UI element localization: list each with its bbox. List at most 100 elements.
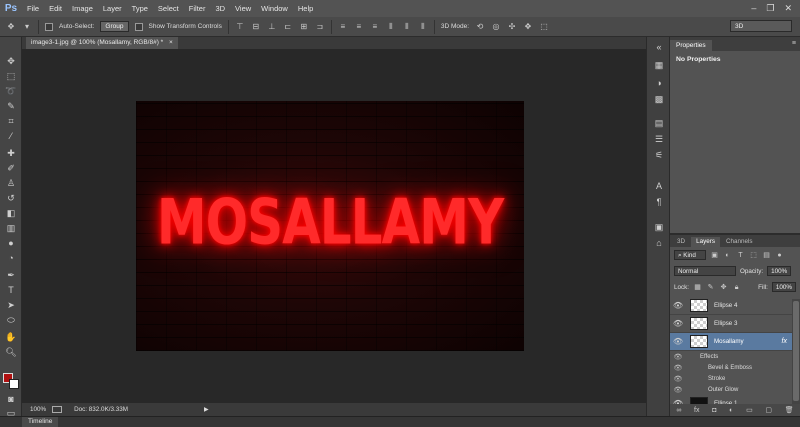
- auto-select-checkbox[interactable]: [45, 22, 53, 31]
- background-color-swatch[interactable]: [9, 379, 19, 389]
- menu-window[interactable]: Window: [256, 0, 293, 17]
- eyedropper-tool-icon[interactable]: ⁄: [4, 130, 18, 142]
- align-vcenter-icon[interactable]: ⊟: [251, 22, 261, 32]
- minimize-icon[interactable]: –: [751, 3, 756, 14]
- 3d-panel-icon[interactable]: ◑: [652, 77, 666, 89]
- canvas-area[interactable]: MOSALLAMY: [22, 49, 646, 403]
- align-bottom-icon[interactable]: ⊥: [267, 22, 277, 32]
- type-tool-icon[interactable]: T: [4, 284, 18, 296]
- 3d-scale-icon[interactable]: ⬚: [539, 22, 549, 32]
- properties-tab[interactable]: Properties: [670, 40, 712, 51]
- menu-image[interactable]: Image: [67, 0, 98, 17]
- tab-channels[interactable]: Channels: [721, 237, 758, 247]
- blend-mode-dropdown[interactable]: Normal: [674, 266, 736, 276]
- marquee-tool-icon[interactable]: ⬚: [4, 70, 18, 82]
- menu-edit[interactable]: Edit: [44, 0, 67, 17]
- layers-scrollbar[interactable]: [792, 299, 800, 405]
- adjustments-panel-icon[interactable]: ▤: [652, 117, 666, 129]
- menu-filter[interactable]: Filter: [184, 0, 211, 17]
- move-tool-icon[interactable]: ✥: [4, 55, 18, 67]
- distribute-right-icon[interactable]: ⦀: [418, 22, 428, 32]
- effect-row[interactable]: 👁︎ Stroke: [670, 373, 792, 384]
- quick-select-tool-icon[interactable]: ✎: [4, 100, 18, 112]
- healing-brush-tool-icon[interactable]: ✚: [4, 147, 18, 159]
- filter-toggle-icon[interactable]: ●: [775, 251, 784, 260]
- layer-row-selected[interactable]: 👁︎ Mosallamy fx: [670, 333, 792, 351]
- filter-type-icon[interactable]: T: [736, 251, 745, 260]
- visibility-eye-icon[interactable]: 👁︎: [670, 319, 686, 328]
- distribute-bottom-icon[interactable]: ≡: [370, 22, 380, 32]
- visibility-eye-icon[interactable]: 👁︎: [670, 386, 686, 394]
- add-style-icon[interactable]: fx: [694, 407, 699, 414]
- 3d-drag-icon[interactable]: ✣: [507, 22, 517, 32]
- visibility-eye-icon[interactable]: 👁︎: [670, 353, 686, 361]
- chevron-down-icon[interactable]: ▾: [22, 22, 32, 32]
- collapse-panels-icon[interactable]: «: [652, 41, 666, 53]
- visibility-eye-icon[interactable]: 👁︎: [670, 301, 686, 310]
- crop-tool-icon[interactable]: ⌗: [4, 115, 18, 127]
- fx-icon[interactable]: fx: [782, 338, 787, 345]
- align-top-icon[interactable]: ⊤: [235, 22, 245, 32]
- collapse-icon[interactable]: ≡: [792, 37, 800, 51]
- opacity-input[interactable]: 100%: [767, 266, 792, 276]
- menu-help[interactable]: Help: [293, 0, 318, 17]
- effects-group-row[interactable]: 👁︎ Effects: [670, 351, 792, 362]
- fill-input[interactable]: 100%: [771, 282, 796, 292]
- clone-stamp-tool-icon[interactable]: ♙: [4, 177, 18, 189]
- delete-layer-icon[interactable]: 🗑︎: [785, 406, 794, 414]
- path-select-tool-icon[interactable]: ➤: [4, 299, 18, 311]
- link-layers-icon[interactable]: ∞: [676, 407, 681, 414]
- new-layer-icon[interactable]: ▢: [765, 406, 772, 414]
- blur-tool-icon[interactable]: ●: [4, 237, 18, 249]
- effect-row[interactable]: 👁︎ Outer Glow: [670, 384, 792, 395]
- auto-select-dropdown[interactable]: Group: [100, 21, 129, 32]
- effect-row[interactable]: 👁︎ Bevel & Emboss: [670, 362, 792, 373]
- menu-select[interactable]: Select: [153, 0, 184, 17]
- kind-filter-dropdown[interactable]: ⌕ Kind: [674, 250, 706, 260]
- zoom-tool-icon[interactable]: 🔍︎: [4, 346, 18, 358]
- pen-tool-icon[interactable]: ✒: [4, 269, 18, 281]
- visibility-eye-icon[interactable]: 👁︎: [670, 337, 686, 346]
- distribute-left-icon[interactable]: ⦀: [386, 22, 396, 32]
- tool-presets-panel-icon[interactable]: ⌂: [652, 237, 666, 249]
- workspace-dropdown[interactable]: 3D: [730, 20, 792, 32]
- visibility-eye-icon[interactable]: 👁︎: [670, 375, 686, 383]
- menu-type[interactable]: Type: [127, 0, 153, 17]
- eraser-tool-icon[interactable]: ◧: [4, 207, 18, 219]
- close-icon[interactable]: ✕: [784, 3, 792, 14]
- shape-tool-icon[interactable]: ⬭: [4, 314, 18, 326]
- document-tab[interactable]: image3-1.jpg @ 100% (Mosallamy, RGB/8#) …: [26, 37, 178, 49]
- visibility-eye-icon[interactable]: 👁︎: [670, 364, 686, 372]
- info-panel-icon[interactable]: ▣: [652, 221, 666, 233]
- quick-mask-icon[interactable]: ◙: [4, 393, 18, 405]
- adjustment-layer-icon[interactable]: ◐: [729, 407, 733, 414]
- show-transform-checkbox[interactable]: [134, 22, 143, 31]
- clone-source-panel-icon[interactable]: ⚟: [652, 149, 666, 161]
- 3d-rotate-icon[interactable]: ⟲: [475, 22, 485, 32]
- lock-position-icon[interactable]: ✥: [719, 283, 728, 292]
- distribute-top-icon[interactable]: ≡: [338, 22, 348, 32]
- maximize-icon[interactable]: ❐: [766, 3, 774, 14]
- layer-row[interactable]: 👁︎ Ellipse 3: [670, 315, 792, 333]
- layer-row[interactable]: 👁︎ Ellipse 4: [670, 297, 792, 315]
- tab-layers[interactable]: Layers: [691, 237, 720, 247]
- lasso-tool-icon[interactable]: ➰: [4, 85, 18, 97]
- menu-layer[interactable]: Layer: [98, 0, 127, 17]
- new-group-icon[interactable]: ▭: [746, 406, 753, 414]
- align-left-icon[interactable]: ⊏: [283, 22, 293, 32]
- align-hcenter-icon[interactable]: ⊞: [299, 22, 309, 32]
- hand-tool-icon[interactable]: ✋: [4, 331, 18, 343]
- brush-panel-icon[interactable]: ☰: [652, 133, 666, 145]
- menu-view[interactable]: View: [230, 0, 256, 17]
- swatches-panel-icon[interactable]: ▩: [652, 93, 666, 105]
- distribute-hcenter-icon[interactable]: ⦀: [402, 22, 412, 32]
- status-preview-icon[interactable]: [52, 406, 63, 413]
- filter-adjustment-icon[interactable]: ◐: [723, 251, 732, 260]
- character-panel-icon[interactable]: A: [652, 180, 666, 192]
- dodge-tool-icon[interactable]: ◔: [4, 252, 18, 264]
- add-mask-icon[interactable]: ◘: [712, 407, 716, 414]
- tab-3d[interactable]: 3D: [672, 237, 690, 247]
- align-right-icon[interactable]: ⊐: [315, 22, 325, 32]
- menu-3d[interactable]: 3D: [210, 0, 230, 17]
- move-tool-preset-icon[interactable]: ✥: [6, 22, 16, 32]
